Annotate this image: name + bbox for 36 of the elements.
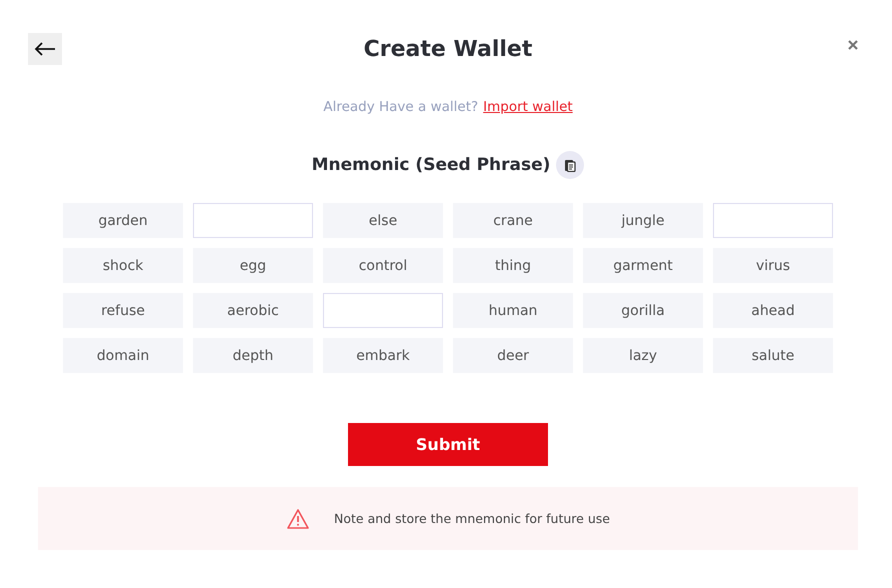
section-heading: Mnemonic (Seed Phrase) bbox=[312, 155, 550, 175]
seed-word: thing bbox=[453, 248, 573, 283]
note-text: Note and store the mnemonic for future use bbox=[334, 511, 610, 526]
submit-button[interactable]: Submit bbox=[348, 423, 548, 466]
back-arrow-icon bbox=[34, 42, 56, 56]
seed-word: control bbox=[323, 248, 443, 283]
seed-word: else bbox=[323, 203, 443, 238]
import-prompt: Already Have a wallet? bbox=[323, 99, 478, 115]
word-input-field[interactable] bbox=[193, 203, 313, 238]
seed-word: lazy bbox=[583, 338, 703, 373]
seed-word: refuse bbox=[63, 293, 183, 328]
clipboard-icon bbox=[564, 158, 576, 172]
back-button[interactable] bbox=[28, 33, 62, 65]
seed-word: deer bbox=[453, 338, 573, 373]
seed-word: gorilla bbox=[583, 293, 703, 328]
seed-word: salute bbox=[713, 338, 833, 373]
seed-word: aerobic bbox=[193, 293, 313, 328]
copy-button[interactable] bbox=[556, 151, 584, 179]
seed-word: embark bbox=[323, 338, 443, 373]
dialog-title: Create Wallet bbox=[364, 36, 532, 62]
close-icon[interactable] bbox=[848, 40, 858, 50]
seed-word: garment bbox=[583, 248, 703, 283]
seed-word: ahead bbox=[713, 293, 833, 328]
word-input-field[interactable] bbox=[323, 293, 443, 328]
seed-word: shock bbox=[63, 248, 183, 283]
seed-word: garden bbox=[63, 203, 183, 238]
seed-word: jungle bbox=[583, 203, 703, 238]
seed-word: virus bbox=[713, 248, 833, 283]
word-input-field[interactable] bbox=[713, 203, 833, 238]
seed-word: crane bbox=[453, 203, 573, 238]
seed-word: depth bbox=[193, 338, 313, 373]
seed-word: human bbox=[453, 293, 573, 328]
import-wallet-link[interactable]: Import wallet bbox=[483, 99, 573, 115]
seed-word: egg bbox=[193, 248, 313, 283]
warning-icon bbox=[286, 508, 310, 530]
seed-word: domain bbox=[63, 338, 183, 373]
